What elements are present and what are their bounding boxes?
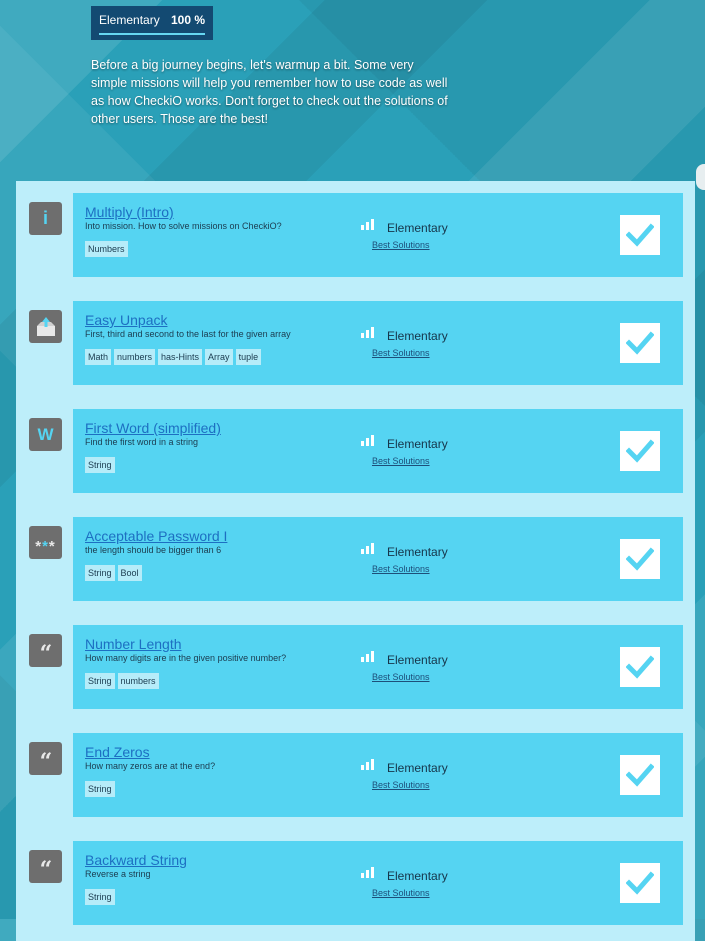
difficulty-bars-icon xyxy=(361,219,374,230)
mission-card: Number Length How many digits are in the … xyxy=(73,625,683,709)
mission-tag[interactable]: Numbers xyxy=(85,241,128,257)
best-solutions-link[interactable]: Best Solutions xyxy=(372,564,430,574)
difficulty-bars-icon xyxy=(361,543,374,554)
mission-description: Into mission. How to solve missions on C… xyxy=(85,221,282,231)
mission-tags: Numbers xyxy=(85,241,128,257)
solved-check-icon[interactable] xyxy=(620,323,660,363)
mission-tag[interactable]: String xyxy=(85,889,115,905)
difficulty-bars-icon xyxy=(361,327,374,338)
level-progress-box[interactable]: Elementary 100 % xyxy=(91,6,213,40)
difficulty-label: Elementary xyxy=(387,329,448,343)
best-solutions-link[interactable]: Best Solutions xyxy=(372,456,430,466)
mission-tag[interactable]: Array xyxy=(205,349,233,365)
difficulty-label: Elementary xyxy=(387,437,448,451)
mission-title-link[interactable]: Number Length xyxy=(85,636,182,652)
difficulty-bars-icon xyxy=(361,759,374,770)
difficulty-bars-icon xyxy=(361,867,374,878)
mission-tag[interactable]: numbers xyxy=(114,349,156,365)
mission-tag[interactable]: numbers xyxy=(117,673,159,689)
mission-description: How many zeros are at the end? xyxy=(85,761,216,771)
level-intro-text: Before a big journey begins, let's warmu… xyxy=(91,58,448,126)
level-name: Elementary xyxy=(99,13,160,27)
word-w-icon: W xyxy=(29,418,62,451)
solved-check-icon[interactable] xyxy=(620,647,660,687)
mission-tags: String xyxy=(85,889,115,905)
mission-tag[interactable]: has-Hints xyxy=(158,349,203,365)
mission-description: First, third and second to the last for … xyxy=(85,329,291,339)
mission-description: Find the first word in a string xyxy=(85,437,199,447)
mission-tags: Math numbers has-Hints Array tuple xyxy=(85,349,262,365)
mission-description: Reverse a string xyxy=(85,869,151,879)
best-solutions-link[interactable]: Best Solutions xyxy=(372,240,430,250)
quote-icon: “ xyxy=(29,634,62,667)
best-solutions-link[interactable]: Best Solutions xyxy=(372,348,430,358)
mission-tag[interactable]: Math xyxy=(85,349,112,365)
quote-icon: “ xyxy=(29,850,62,883)
mission-tag[interactable]: String xyxy=(85,457,115,473)
mission-tags: String xyxy=(85,457,115,473)
mission-tags: String xyxy=(85,781,115,797)
mission-card: End Zeros How many zeros are at the end? S… xyxy=(73,733,683,817)
mission-tag[interactable]: Bool xyxy=(117,565,142,581)
solved-check-icon[interactable] xyxy=(620,863,660,903)
side-decoration xyxy=(696,164,705,190)
difficulty-bars-icon xyxy=(361,651,374,662)
mission-title-link[interactable]: End Zeros xyxy=(85,744,150,760)
mission-tag[interactable]: String xyxy=(85,673,115,689)
mission-description: How many digits are in the given positiv… xyxy=(85,653,287,663)
mission-tag[interactable]: String xyxy=(85,781,115,797)
difficulty-bars-icon xyxy=(361,435,374,446)
mission-card: Backward String Reverse a string String Ele… xyxy=(73,841,683,925)
solved-check-icon[interactable] xyxy=(620,755,660,795)
password-stars-icon: *** xyxy=(29,526,62,559)
quote-icon: “ xyxy=(29,742,62,775)
mission-title-link[interactable]: Multiply (Intro) xyxy=(85,204,174,220)
unpack-box-icon xyxy=(29,310,62,343)
difficulty-label: Elementary xyxy=(387,761,448,775)
best-solutions-link[interactable]: Best Solutions xyxy=(372,672,430,682)
best-solutions-link[interactable]: Best Solutions xyxy=(372,780,430,790)
mission-title-link[interactable]: Backward String xyxy=(85,852,187,868)
mission-card: Acceptable Password Ithe length should b… xyxy=(73,517,683,601)
difficulty-label: Elementary xyxy=(387,221,448,235)
mission-title-link[interactable]: Acceptable Password I xyxy=(85,528,227,544)
solved-check-icon[interactable] xyxy=(620,431,660,471)
mission-title-link[interactable]: First Word (simplified) xyxy=(85,420,221,436)
difficulty-label: Elementary xyxy=(387,869,448,883)
mission-tag[interactable]: tuple xyxy=(235,349,262,365)
mission-tags: String numbers xyxy=(85,673,159,689)
mission-description: the length should be bigger than 6 xyxy=(85,545,222,555)
mission-title-link[interactable]: Easy Unpack xyxy=(85,312,167,328)
mission-tags: String Bool xyxy=(85,565,142,581)
mission-card: First Word (simplified) Find the first wo… xyxy=(73,409,683,493)
level-progress-percent: 100 % xyxy=(170,13,205,27)
mission-card: Easy Unpack First, third and second to th… xyxy=(73,301,683,385)
info-icon: i xyxy=(29,202,62,235)
level-progress-bar xyxy=(99,33,205,35)
difficulty-label: Elementary xyxy=(387,653,448,667)
difficulty-label: Elementary xyxy=(387,545,448,559)
mission-tag[interactable]: String xyxy=(85,565,115,581)
solved-check-icon[interactable] xyxy=(620,215,660,255)
best-solutions-link[interactable]: Best Solutions xyxy=(372,888,430,898)
mission-card: Multiply (Intro) Into mission. How to sol… xyxy=(73,193,683,277)
solved-check-icon[interactable] xyxy=(620,539,660,579)
